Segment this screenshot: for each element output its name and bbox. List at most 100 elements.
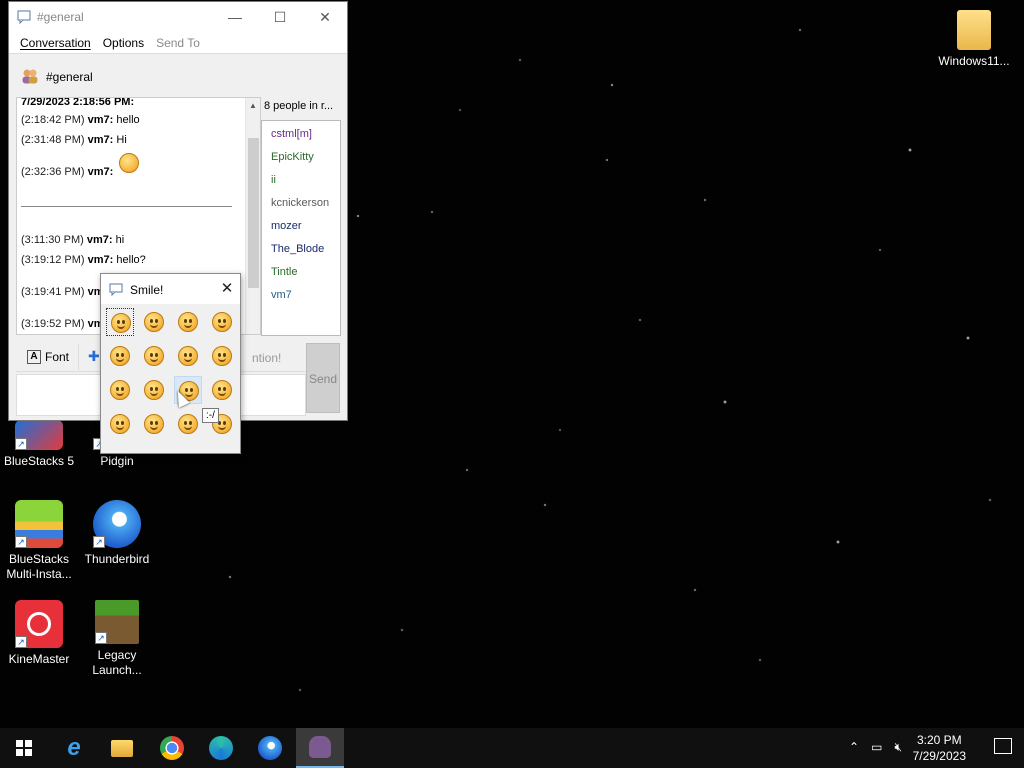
smiley-tongue-icon[interactable] <box>106 342 134 370</box>
windows-logo-icon <box>16 740 32 756</box>
taskbar-chrome[interactable] <box>148 728 196 768</box>
list-item-person[interactable]: ii <box>271 174 276 186</box>
menu-options[interactable]: Options <box>99 32 148 50</box>
smiley-dialog-title-bar[interactable]: Smile! ✕ <box>101 274 240 304</box>
desktop-icon-kinemaster[interactable]: ↗ KineMaster <box>0 600 78 667</box>
desktop-icon-label: KineMaster <box>8 652 70 666</box>
chat-bubble-icon <box>109 283 123 296</box>
font-icon: A <box>27 350 41 364</box>
desktop-icon-label: BlueStacks 5 <box>3 454 75 468</box>
message-row: (3:19:41 PM) vm <box>21 286 104 298</box>
smiley-shut-mouth-icon[interactable] <box>106 410 134 438</box>
group-users-icon <box>22 69 38 84</box>
edge-icon <box>209 736 233 760</box>
list-item-person[interactable]: cstml[m] <box>271 128 312 140</box>
window-title: #general <box>37 10 84 24</box>
message-row: (2:32:36 PM) vm7: <box>21 166 114 178</box>
smiley-angel-icon[interactable] <box>208 376 236 404</box>
list-item-person[interactable]: kcnickerson <box>271 197 329 209</box>
list-item-person[interactable]: Tintle <box>271 266 298 278</box>
attention-button[interactable]: ntion! <box>252 351 281 365</box>
message-row: (3:19:12 PM) vm7: hello? <box>21 254 146 266</box>
kinemaster-icon: ↗ <box>15 600 63 648</box>
thunderbird-icon: ↗ <box>93 500 141 548</box>
taskbar-file-explorer[interactable] <box>98 728 146 768</box>
font-button-label: Font <box>45 350 70 364</box>
bluestacks-icon: ↗ <box>15 420 63 450</box>
toolbar-separator <box>78 344 79 370</box>
conversation-header: #general <box>9 54 347 96</box>
message-row: (2:18:42 PM) vm7: hello <box>21 114 140 126</box>
folder-icon <box>957 10 991 50</box>
smiley-kiss-icon[interactable] <box>174 342 202 370</box>
menu-send-to[interactable]: Send To <box>152 32 204 50</box>
taskbar-edge[interactable] <box>197 728 245 768</box>
bluestacks-multi-icon: ↗ <box>15 500 63 548</box>
list-item-person[interactable]: EpicKitty <box>271 151 314 163</box>
chat-bubble-icon <box>17 10 31 24</box>
taskbar: e ⌃ ▭ 🔇︎ 3:20 PM 7/29/2023 <box>0 728 1024 768</box>
taskbar-internet-explorer[interactable]: e <box>50 728 98 768</box>
desktop-icon-legacy-launcher[interactable]: ↗ Legacy Launch... <box>78 600 156 678</box>
notifications-icon[interactable] <box>994 738 1012 754</box>
desktop-icon-bluestacks[interactable]: ↗ BlueStacks 5 <box>0 420 78 469</box>
list-item-person[interactable]: The_Blode <box>271 243 324 255</box>
list-item-person[interactable]: vm7 <box>271 289 292 301</box>
desktop-icon-label: Legacy Launch... <box>92 648 142 677</box>
minimize-button[interactable]: — <box>212 2 258 32</box>
smile-emoticon-icon <box>119 153 139 173</box>
smiley-embarrassed-icon[interactable] <box>140 410 168 438</box>
maximize-button[interactable]: ☐ <box>257 2 303 32</box>
smiley-wink-icon[interactable] <box>208 308 236 336</box>
list-item-person[interactable]: mozer <box>271 220 302 232</box>
chrome-icon <box>160 736 184 760</box>
title-bar[interactable]: #general — ☐ ✕ <box>9 2 347 32</box>
scroll-thumb[interactable] <box>248 138 259 288</box>
desktop-icon-label: Thunderbird <box>84 552 150 566</box>
system-tray: ⌃ ▭ 🔇︎ <box>849 740 902 755</box>
smiley-surprised-icon[interactable] <box>140 342 168 370</box>
pidgin-icon <box>309 736 331 758</box>
message-divider <box>21 206 232 207</box>
smiley-sad-icon[interactable] <box>174 308 202 336</box>
message-row: (2:31:48 PM) vm7: Hi <box>21 134 127 146</box>
minecraft-icon: ↗ <box>95 600 139 644</box>
people-count: 8 people in r... <box>264 100 334 112</box>
thunderbird-icon <box>258 736 282 760</box>
desktop-icon-bluestacks-multi[interactable]: ↗ BlueStacks Multi-Insta... <box>0 500 78 582</box>
volume-muted-icon[interactable]: 🔇︎ <box>894 740 902 755</box>
conversation-name: #general <box>46 70 93 84</box>
start-button[interactable] <box>0 728 48 768</box>
font-button[interactable]: A Font <box>23 346 73 368</box>
desktop-icon-label: BlueStacks Multi-Insta... <box>6 552 72 581</box>
smiley-cool-icon[interactable] <box>208 342 236 370</box>
chevron-up-icon[interactable]: ⌃ <box>849 740 859 755</box>
close-button[interactable]: ✕ <box>302 2 348 32</box>
message-scrollbar[interactable]: ▲ <box>245 98 260 334</box>
scroll-up-arrow-icon[interactable]: ▲ <box>249 101 257 110</box>
internet-explorer-icon: e <box>67 734 81 761</box>
desktop-icon-thunderbird[interactable]: ↗ Thunderbird <box>78 500 156 567</box>
menu-conversation[interactable]: Conversation <box>16 32 95 50</box>
smiley-dialog: Smile! ✕ <box>100 273 241 454</box>
smiley-neutral-icon[interactable] <box>106 376 134 404</box>
taskbar-pidgin[interactable] <box>296 728 344 768</box>
message-row: (3:19:52 PM) vm <box>21 318 104 330</box>
message-row: (3:11:30 PM) vm7: hi <box>21 234 125 246</box>
send-button[interactable]: Send <box>306 343 340 413</box>
clock-time: 3:20 PM <box>916 733 962 747</box>
clock[interactable]: 3:20 PM 7/29/2023 <box>913 732 966 764</box>
desktop-icon-label: Windows11... <box>938 54 1010 68</box>
smiley-smile-icon[interactable] <box>106 308 134 336</box>
desktop-icon-windows11-folder[interactable]: Windows11... <box>935 10 1013 69</box>
message-row: 7/29/2023 2:18:56 PM: <box>21 97 135 108</box>
close-button[interactable]: ✕ <box>218 280 236 298</box>
smiley-crying-icon[interactable] <box>140 376 168 404</box>
taskbar-thunderbird[interactable] <box>246 728 294 768</box>
smiley-grin-icon[interactable] <box>140 308 168 336</box>
network-icon[interactable]: ▭ <box>871 740 882 755</box>
folder-icon <box>111 739 133 757</box>
smiley-hmm-icon[interactable] <box>174 410 202 438</box>
people-list[interactable]: cstml[m] EpicKitty ii kcnickerson mozer … <box>261 120 341 336</box>
menu-bar: Conversation Options Send To <box>9 32 347 54</box>
